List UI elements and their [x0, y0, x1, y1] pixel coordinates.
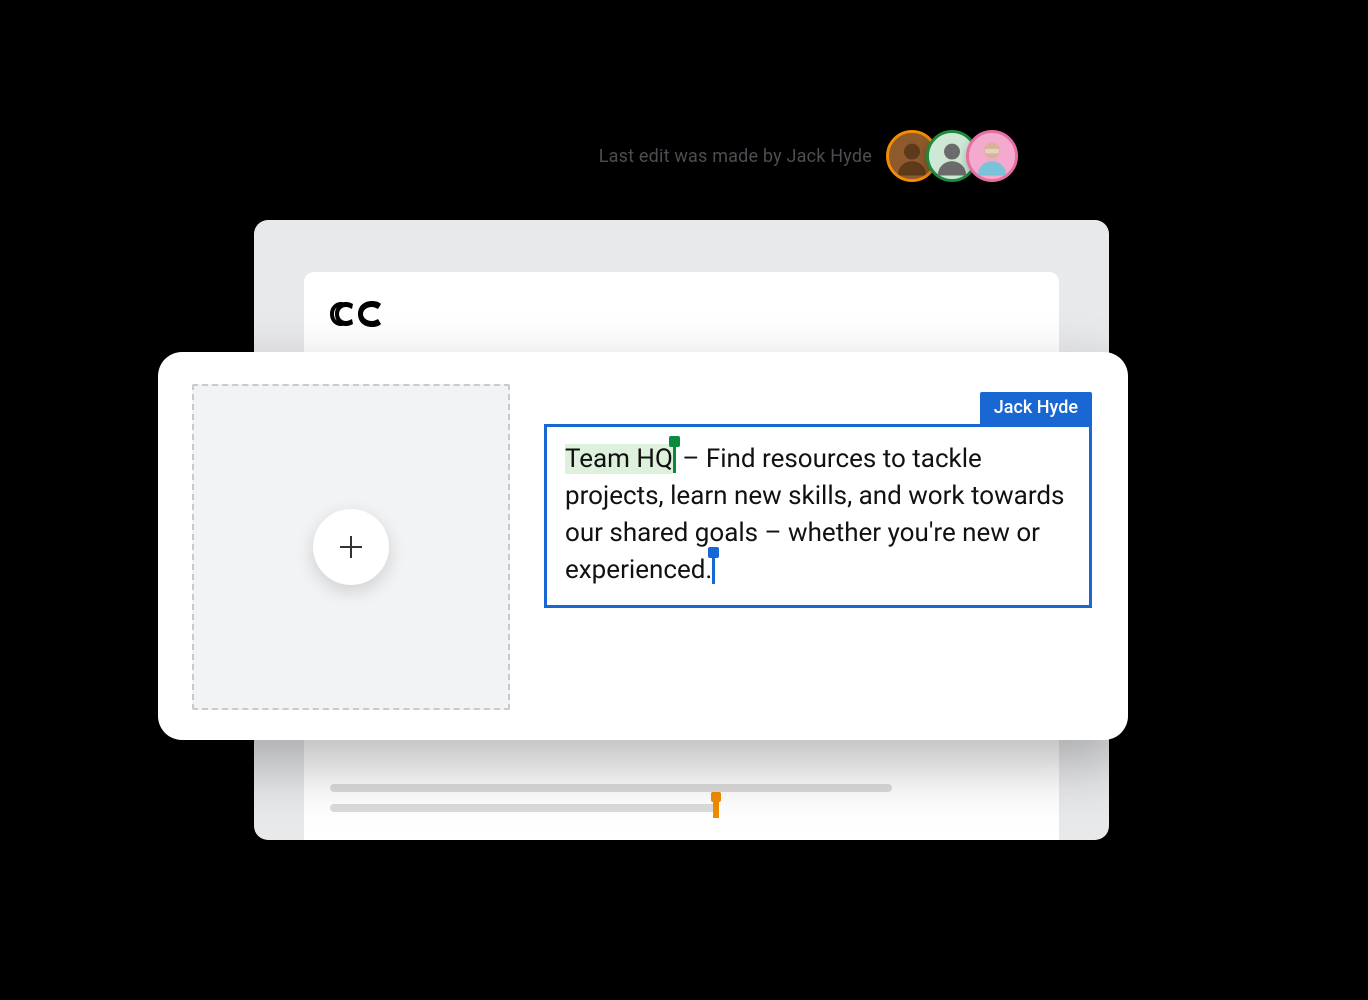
plus-icon — [337, 533, 365, 561]
collaborator-caret-icon — [713, 798, 719, 818]
text-editor[interactable]: Team HQ – Find resources to tackle proje… — [544, 424, 1092, 608]
add-image-button[interactable] — [313, 509, 389, 585]
avatar[interactable] — [966, 130, 1018, 182]
brand-logo-icon — [330, 298, 394, 330]
placeholder-line — [330, 804, 717, 812]
highlighted-text: Team HQ — [565, 444, 673, 474]
active-editor-label: Jack Hyde — [980, 392, 1092, 424]
user-caret-icon — [712, 554, 715, 584]
last-edit-text: Last edit was made by Jack Hyde — [599, 146, 872, 167]
collaborator-caret-icon — [673, 443, 676, 473]
text-block: Jack Hyde Team HQ – Find resources to ta… — [544, 424, 1092, 608]
hero-card: Jack Hyde Team HQ – Find resources to ta… — [158, 352, 1128, 740]
placeholder-lines — [330, 772, 1033, 812]
image-dropzone[interactable] — [192, 384, 510, 710]
top-info-bar: Last edit was made by Jack Hyde — [0, 130, 1368, 182]
placeholder-line — [330, 784, 892, 792]
collaborator-avatars — [886, 130, 1018, 182]
